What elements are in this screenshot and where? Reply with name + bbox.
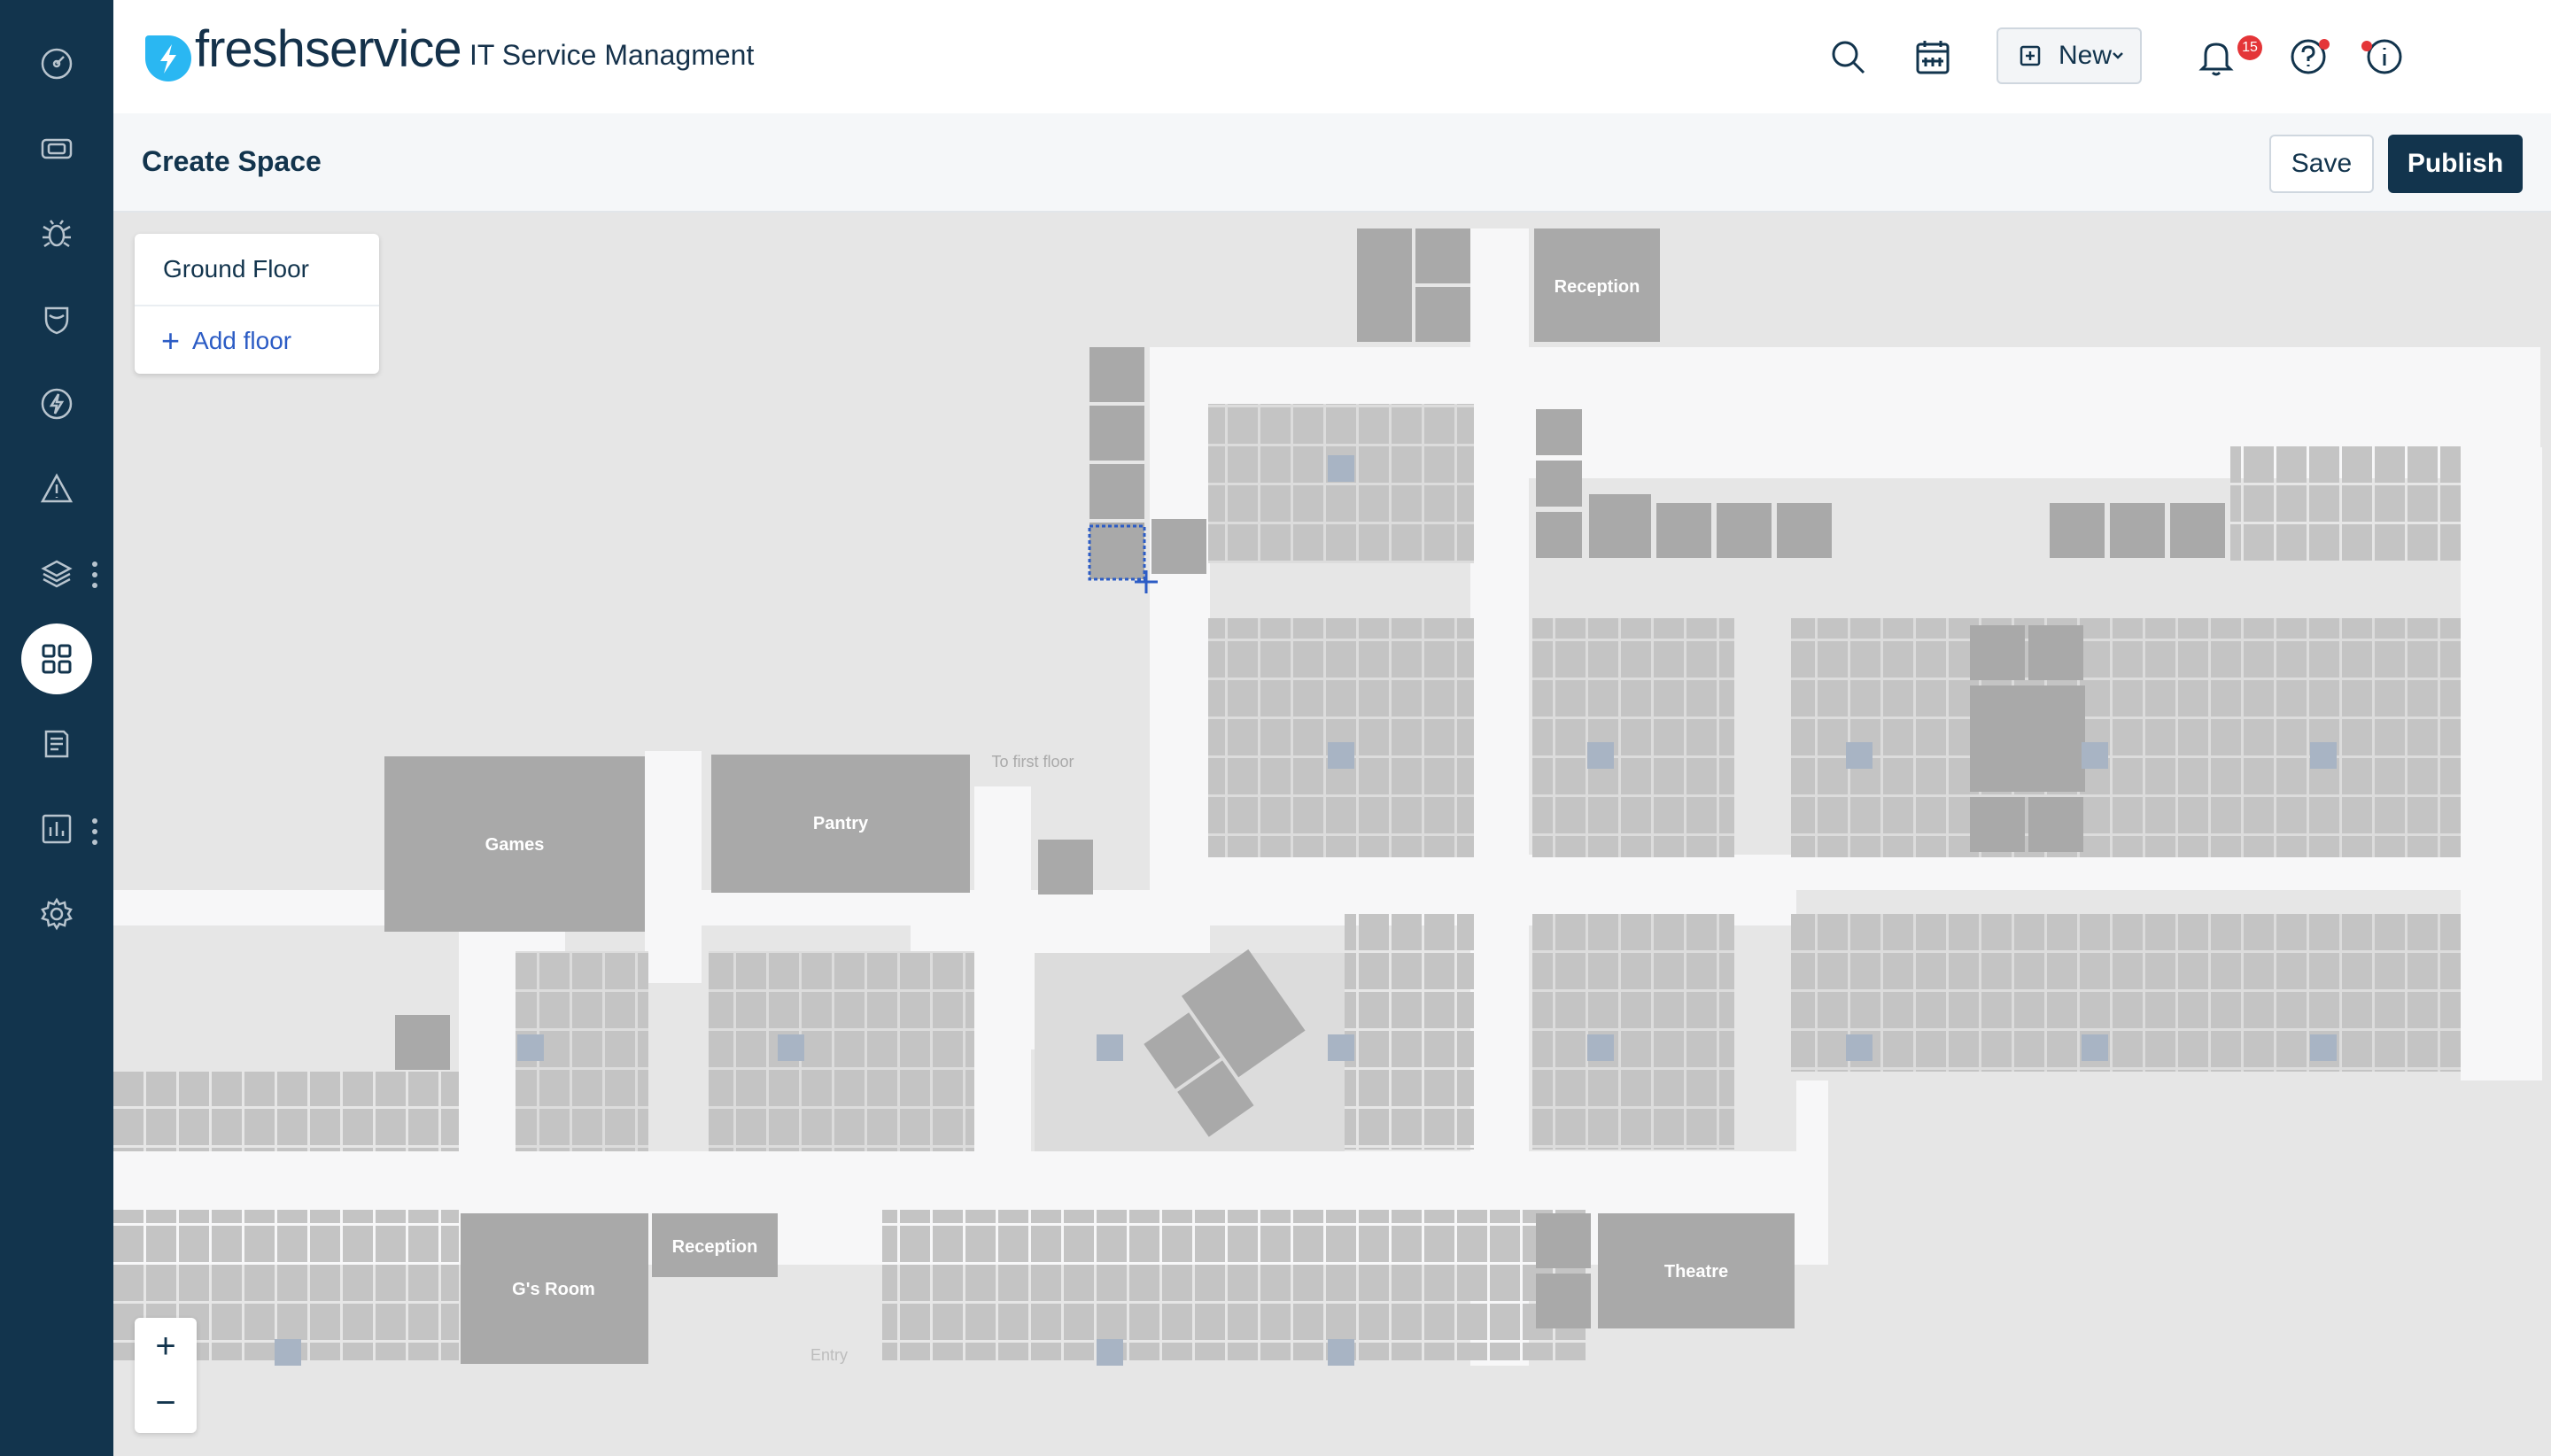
save-button[interactable]: Save	[2269, 135, 2374, 193]
room-label-reception-top: Reception	[1555, 277, 1640, 297]
admin-gear-icon[interactable]	[21, 879, 92, 949]
spaces-grid-icon[interactable]	[21, 623, 92, 694]
alerts-warning-icon[interactable]	[21, 453, 92, 524]
assets-more-dots-icon[interactable]	[91, 561, 98, 593]
add-floor-label: Add floor	[192, 327, 292, 354]
info-icon[interactable]	[2360, 32, 2409, 81]
freshservice-logo-icon	[145, 35, 191, 81]
notification-count-badge: 15	[2237, 35, 2262, 60]
info-alert-dot	[2361, 41, 2372, 51]
page-header: Create Space Save Publish	[113, 113, 2551, 213]
publish-button[interactable]: Publish	[2388, 135, 2523, 193]
label-to-first-floor: To first floor	[991, 753, 1074, 771]
chevron-down-icon	[2113, 52, 2123, 59]
problems-bug-icon[interactable]	[21, 198, 92, 269]
search-icon[interactable]	[1823, 32, 1873, 81]
floor-item-ground[interactable]: Ground Floor	[163, 255, 309, 283]
changes-shield-icon[interactable]	[21, 283, 92, 354]
app-name: IT Service Managment	[469, 39, 755, 71]
new-button-label: New	[2059, 41, 2113, 70]
room-label-theatre: Theatre	[1664, 1262, 1728, 1282]
selected-cabin[interactable]	[1088, 524, 1146, 581]
floor-divider	[135, 305, 379, 306]
floor-selector-panel: Ground Floor + Add floor	[135, 234, 379, 374]
notifications-bell-icon[interactable]	[2191, 32, 2241, 81]
releases-bolt-icon[interactable]	[21, 368, 92, 439]
room-label-pantry: Pantry	[813, 814, 869, 833]
sidebar	[0, 0, 113, 1456]
new-button[interactable]: New	[1997, 27, 2142, 84]
tickets-icon[interactable]	[21, 113, 92, 184]
page-title: Create Space	[142, 145, 322, 177]
room-label-gs-room: G's Room	[512, 1280, 595, 1299]
top-bar: freshservice IT Service Managment New 15	[113, 0, 2551, 113]
plus-icon: +	[161, 322, 181, 359]
dashboard-icon[interactable]	[21, 28, 92, 99]
brand-name: freshservice	[195, 20, 462, 78]
room-label-games: Games	[485, 835, 545, 855]
floor-plan[interactable]: Reception Games Pantry To first floor Re…	[113, 213, 2551, 1456]
assets-layers-icon[interactable]	[21, 538, 92, 609]
reports-chart-icon[interactable]	[21, 794, 92, 864]
zoom-in-button[interactable]: +	[135, 1318, 197, 1375]
add-floor-button[interactable]: + Add floor	[161, 322, 291, 360]
zoom-out-button[interactable]: −	[135, 1375, 197, 1431]
solutions-book-icon[interactable]	[21, 709, 92, 779]
room-label-reception-bottom: Reception	[672, 1237, 758, 1257]
zoom-controls: + −	[135, 1318, 197, 1433]
calendar-icon[interactable]	[1908, 32, 1958, 81]
label-entry: Entry	[810, 1346, 848, 1364]
floor-plan-canvas[interactable]: Reception Games Pantry To first floor Re…	[113, 213, 2551, 1456]
reports-more-dots-icon[interactable]	[91, 818, 98, 850]
help-alert-dot	[2319, 39, 2330, 50]
plus-square-icon	[2020, 45, 2041, 66]
